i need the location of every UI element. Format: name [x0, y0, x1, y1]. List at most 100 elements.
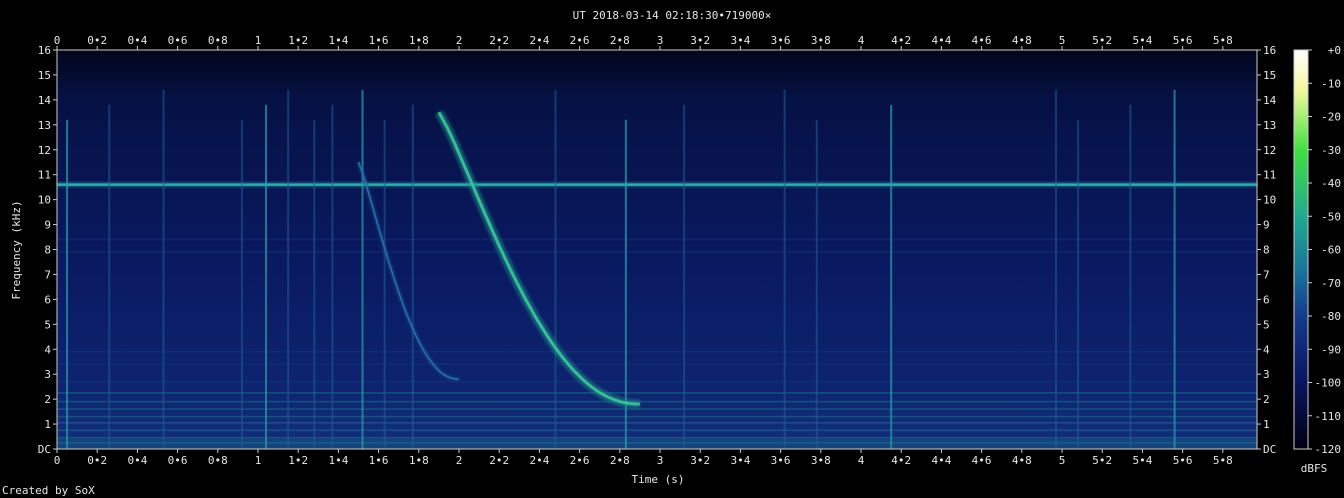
y-tick-label-right: 7	[1263, 268, 1270, 281]
x-tick-label-top: 3•8	[811, 34, 831, 47]
x-tick-label: 2•6	[570, 454, 590, 467]
interference-band	[57, 429, 1257, 432]
colorbar-tick-label: -110	[1315, 410, 1342, 423]
y-tick-label: 11	[38, 169, 51, 182]
x-tick-label-top: 0	[54, 34, 61, 47]
x-tick-label-top: 1•6	[369, 34, 389, 47]
spheric	[1054, 89, 1057, 450]
x-tick-label: 4•4	[931, 454, 951, 467]
spheric	[1077, 119, 1080, 449]
x-tick-label-top: 5•8	[1213, 34, 1233, 47]
interference-band	[57, 422, 1257, 424]
y-tick-label: 8	[44, 244, 51, 257]
colorbar-tick-label: -10	[1321, 77, 1341, 90]
y-tick-label-right: 13	[1263, 119, 1276, 132]
interference-band	[57, 436, 1257, 439]
spheric	[554, 89, 557, 450]
colorbar-tick-label: -60	[1321, 244, 1341, 257]
interference-band	[57, 400, 1257, 403]
interference-band	[57, 380, 1257, 383]
y-tick-label-right: 6	[1263, 293, 1270, 306]
x-tick-label-top: 2•8	[610, 34, 630, 47]
spheric	[783, 89, 786, 450]
interference-band	[57, 238, 1257, 241]
y-tick-label-right: 3	[1263, 368, 1270, 381]
y-tick-label: 10	[38, 194, 51, 207]
colorbar-tick-label: -80	[1321, 310, 1341, 323]
interference-band	[57, 392, 1257, 394]
x-tick-label: 4•6	[972, 454, 992, 467]
y-tick-label-right: 15	[1263, 69, 1276, 82]
x-tick-label: 3•8	[811, 454, 831, 467]
x-tick-label: 1•4	[328, 454, 348, 467]
spectrogram-figure: UT 2018-03-14 02:18:30•719000× 0 0 0•2 0•2 0…	[10, 9, 1341, 486]
spheric	[383, 119, 386, 449]
y-tick-label: DC	[38, 443, 51, 456]
x-tick-label: 4•2	[891, 454, 911, 467]
y-tick-label: 4	[44, 343, 51, 356]
y-tick-label: 9	[44, 219, 51, 232]
x-tick-label: 3	[657, 454, 664, 467]
y-tick-label: 2	[44, 393, 51, 406]
colorbar-tick-label: -30	[1321, 144, 1341, 157]
interference-band	[57, 251, 1257, 253]
x-tick-label-top: 0•2	[87, 34, 107, 47]
x-tick-label: 3•6	[771, 454, 791, 467]
y-tick-label: 3	[44, 368, 51, 381]
x-tick-label: 5•4	[1132, 454, 1152, 467]
y-tick-label: 13	[38, 119, 51, 132]
y-tick-label-right: DC	[1263, 443, 1276, 456]
carrier-line	[57, 183, 1257, 186]
x-tick-label: 1•6	[369, 454, 389, 467]
colorbar-tick-label: +0	[1328, 44, 1341, 57]
x-tick-label: 4•8	[1012, 454, 1032, 467]
x-tick-label-top: 0•8	[208, 34, 228, 47]
x-tick-label-top: 3•6	[771, 34, 791, 47]
colorbar	[1293, 49, 1309, 450]
spheric	[1173, 89, 1176, 450]
spheric	[313, 119, 316, 449]
spheric	[361, 89, 364, 450]
x-tick-label: 2•4	[529, 454, 549, 467]
x-tick-label: 5•8	[1213, 454, 1233, 467]
plot-area	[56, 49, 1258, 450]
spheric	[683, 104, 686, 450]
credit-text: Created by SoX	[2, 484, 95, 497]
y-tick-label: 6	[44, 293, 51, 306]
y-tick-label: 1	[44, 418, 51, 431]
x-tick-label-top: 4•2	[891, 34, 911, 47]
x-tick-label: 2•2	[489, 454, 509, 467]
x-axis-label: Time (s)	[632, 473, 685, 486]
colorbar-ticks: +0 -10 -20 -30 -40 -50 -60 -70 -80 -90 -100 -110 -12…	[1308, 44, 1341, 456]
x-tick-label-top: 3	[657, 34, 664, 47]
x-tick-label-top: 3•2	[690, 34, 710, 47]
y-tick-label-right: 11	[1263, 169, 1276, 182]
x-tick-label-top: 0•4	[127, 34, 147, 47]
spheric	[108, 104, 111, 450]
colorbar-tick-label: -90	[1321, 343, 1341, 356]
x-tick-label: 5•2	[1092, 454, 1112, 467]
x-tick-label: 1•2	[288, 454, 308, 467]
interference-band	[57, 350, 1257, 353]
y-tick-label-right: 2	[1263, 393, 1270, 406]
chart-title: UT 2018-03-14 02:18:30•719000×	[573, 9, 772, 22]
x-tick-label-top: 3•4	[730, 34, 750, 47]
x-tick-label-top: 5•2	[1092, 34, 1112, 47]
colorbar-tick-label: -70	[1321, 277, 1341, 290]
x-tick-label-top: 5•6	[1173, 34, 1193, 47]
y-tick-label: 5	[44, 318, 51, 331]
y-tick-label-right: 14	[1263, 94, 1277, 107]
y-tick-label-right: 8	[1263, 244, 1270, 257]
y-tick-label-right: 10	[1263, 194, 1276, 207]
colorbar-tick-label: -20	[1321, 111, 1341, 124]
interference-band	[57, 363, 1257, 366]
x-tick-label: 3•4	[730, 454, 750, 467]
y-tick-label-right: 9	[1263, 219, 1270, 232]
plot-background	[57, 50, 1257, 449]
x-tick-label-top: 4	[858, 34, 865, 47]
spheric	[331, 104, 334, 450]
x-tick-label-top: 1•2	[288, 34, 308, 47]
colorbar-tick-label: -100	[1315, 377, 1342, 390]
x-tick-label: 4	[858, 454, 865, 467]
spheric	[815, 119, 818, 449]
